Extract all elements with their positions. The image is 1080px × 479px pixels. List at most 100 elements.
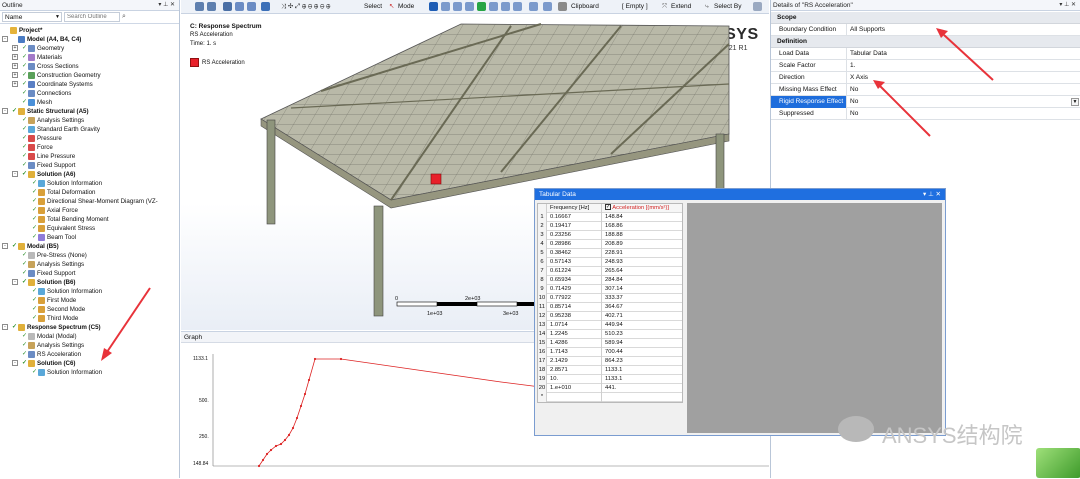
tree-item[interactable]: ✓ Fixed Support (22, 161, 76, 170)
acceleration-cell[interactable]: 700.44 (603, 348, 683, 357)
expand-toggle-icon[interactable]: - (2, 243, 8, 249)
tabular-row[interactable]: 12 0.95238 402.71 (538, 312, 682, 321)
element-select-icon[interactable] (489, 2, 498, 11)
frequency-cell[interactable] (548, 393, 602, 402)
row-value[interactable]: All Supports (848, 24, 1080, 36)
frequency-cell[interactable]: 0.65934 (548, 276, 602, 285)
tree-item[interactable]: ✓ Mesh (22, 98, 52, 107)
expand-toggle-icon[interactable]: + (12, 81, 18, 87)
tree-item[interactable]: ✓ Solution (B6) (22, 278, 76, 287)
expand-toggle-icon[interactable]: - (2, 108, 8, 114)
frequency-cell[interactable]: 2.8571 (548, 366, 602, 375)
tabular-row[interactable]: 16 1.7143 700.44 (538, 348, 682, 357)
tree-item[interactable]: ✓ Solution (C6) (22, 359, 76, 368)
close-icon[interactable]: ▾ ⊥ ✕ (923, 189, 941, 200)
tabular-row[interactable]: 20 1.e+010 441. (538, 384, 682, 393)
tree-item[interactable]: ✓ Solution Information (32, 179, 102, 188)
frequency-cell[interactable]: 1.2245 (548, 330, 602, 339)
frequency-cell[interactable]: 1.e+010 (548, 384, 602, 393)
acceleration-cell[interactable]: 441. (603, 384, 683, 393)
frequency-cell[interactable]: 10. (548, 375, 602, 384)
expand-toggle-icon[interactable]: - (12, 171, 18, 177)
row-value[interactable]: No (848, 96, 1080, 108)
row-value[interactable]: 1. (848, 60, 1080, 72)
tabular-row[interactable]: 7 0.61224 265.64 (538, 267, 682, 276)
expand-toggle-icon[interactable]: - (12, 360, 18, 366)
row-load-data[interactable]: Load Data Tabular Data (771, 48, 1080, 60)
expand-toggle-icon[interactable]: + (12, 63, 18, 69)
select-button[interactable]: Select (364, 1, 382, 12)
expand-toggle-icon[interactable]: - (12, 279, 18, 285)
front-view-icon[interactable] (261, 2, 270, 11)
frequency-cell[interactable]: 1.0714 (548, 321, 602, 330)
chevron-down-icon[interactable]: ▼ (1071, 98, 1079, 106)
label-icon[interactable] (543, 2, 552, 11)
tree-item[interactable]: ✓ Geometry (22, 44, 64, 53)
tabular-row[interactable]: 4 0.28986 208.89 (538, 240, 682, 249)
acceleration-cell[interactable]: 284.84 (603, 276, 683, 285)
rotate-icon[interactable]: ⤨ ✣ ⤢ ⊕ ⊖ ⊕ ⊖ ⊕ (281, 1, 330, 12)
tabular-row[interactable]: 1 0.16667 148.84 (538, 213, 682, 222)
acceleration-cell[interactable]: 449.94 (603, 321, 683, 330)
tree-item[interactable]: ✓ Analysis Settings (22, 341, 84, 350)
tree-item[interactable]: ✓ Materials (22, 53, 62, 62)
tabular-row[interactable]: 2 0.19417 168.86 (538, 222, 682, 231)
acceleration-cell[interactable]: 188.88 (603, 231, 683, 240)
tree-item[interactable]: ✓ Solution Information (32, 287, 102, 296)
extend-icon[interactable]: ⤧ (662, 1, 667, 12)
acceleration-cell[interactable]: 208.89 (603, 240, 683, 249)
clipboard-icon[interactable] (558, 2, 567, 11)
tabular-row[interactable]: 6 0.57143 248.93 (538, 258, 682, 267)
node-select-icon[interactable] (477, 2, 486, 11)
tabular-row[interactable]: 11 0.85714 364.67 (538, 303, 682, 312)
frequency-cell[interactable]: 0.57143 (548, 258, 602, 267)
frequency-cell[interactable]: 0.23256 (548, 231, 602, 240)
tree-item[interactable]: ✓ Third Mode (32, 314, 78, 323)
row-boundary-condition[interactable]: Boundary Condition All Supports (771, 24, 1080, 36)
frequency-cell[interactable]: 0.95238 (548, 312, 602, 321)
row-value[interactable]: No (848, 108, 1080, 120)
acceleration-cell[interactable]: 168.86 (603, 222, 683, 231)
acceleration-cell[interactable]: 148.84 (603, 213, 683, 222)
acceleration-cell[interactable]: 307.14 (603, 285, 683, 294)
acceleration-cell[interactable]: 364.67 (603, 303, 683, 312)
grid-icon[interactable] (529, 2, 538, 11)
search-outline-input[interactable] (64, 12, 120, 22)
acceleration-cell[interactable]: 248.93 (603, 258, 683, 267)
edge-select-icon[interactable] (441, 2, 450, 11)
row-value[interactable]: No (848, 84, 1080, 96)
tree-item[interactable]: ✓ Pre-Stress (None) (22, 251, 87, 260)
tree-item[interactable]: ✓ Cross Sections (22, 62, 79, 71)
convert-icon[interactable] (753, 2, 762, 11)
tree-item[interactable]: ✓ Standard Earth Gravity (22, 125, 100, 134)
row-value[interactable]: X Axis (848, 72, 1080, 84)
fit-view-icon[interactable] (247, 2, 256, 11)
mode-dropdown[interactable]: Mode (398, 1, 414, 12)
clipboard-dropdown[interactable]: Clipboard (571, 1, 599, 12)
tree-item[interactable]: ✓ Directional Shear-Moment Diagram (VZ- (32, 197, 158, 206)
tree-item[interactable]: Model (A4, B4, C4) (12, 35, 81, 44)
expand-toggle-icon[interactable]: - (2, 36, 8, 42)
row-value[interactable]: Tabular Data (848, 48, 1080, 60)
frequency-cell[interactable]: 0.38462 (548, 249, 602, 258)
tabular-row[interactable]: 8 0.65934 284.84 (538, 276, 682, 285)
body-select-icon[interactable] (465, 2, 474, 11)
tree-item[interactable]: ✓ Axial Force (32, 206, 78, 215)
tabular-row[interactable]: 14 1.2245 510.23 (538, 330, 682, 339)
acceleration-cell[interactable]: 864.23 (603, 357, 683, 366)
frequency-cell[interactable]: 0.16667 (548, 213, 602, 222)
tree-item[interactable]: ✓ Force (22, 143, 53, 152)
frequency-cell[interactable]: 0.61224 (548, 267, 602, 276)
acceleration-cell[interactable]: 589.94 (603, 339, 683, 348)
tree-item[interactable]: ✓ Pressure (22, 134, 62, 143)
tree-item[interactable]: ✓ Solution (A6) (22, 170, 76, 179)
tabular-row[interactable]: 13 1.0714 449.94 (538, 321, 682, 330)
tabular-row[interactable]: 17 2.1429 864.23 (538, 357, 682, 366)
frequency-cell[interactable]: 0.19417 (548, 222, 602, 231)
tabular-row[interactable]: 10 0.77922 333.37 (538, 294, 682, 303)
expand-toggle-icon[interactable]: - (2, 324, 8, 330)
acceleration-cell[interactable]: 265.64 (603, 267, 683, 276)
tree-item[interactable]: ✓ Coordinate Systems (22, 80, 93, 89)
tree-item[interactable]: ✓ Second Mode (32, 305, 85, 314)
section-definition[interactable]: Definition (771, 36, 1080, 48)
